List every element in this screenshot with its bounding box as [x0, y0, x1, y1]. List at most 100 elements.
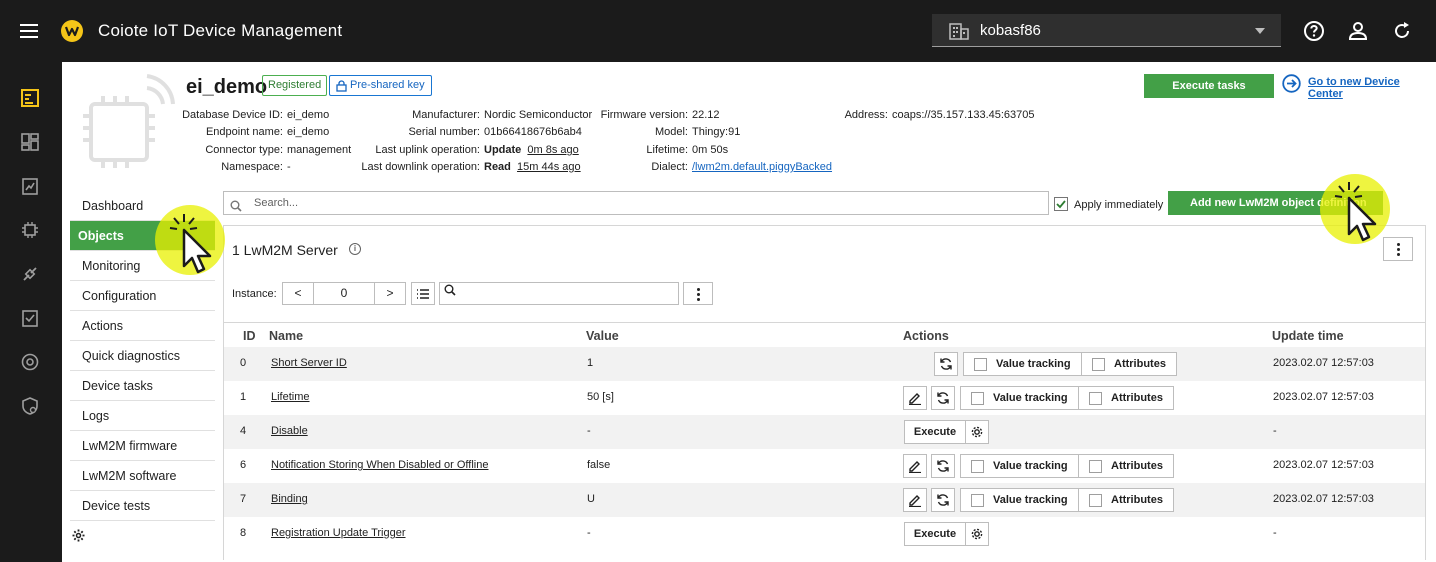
resource-value: - [587, 527, 591, 539]
resource-name-link[interactable]: Notification Storing When Disabled or Of… [271, 459, 488, 471]
sync-icon [940, 358, 952, 370]
attributes-toggle[interactable]: Attributes [1078, 386, 1174, 410]
resource-name-link[interactable]: Binding [271, 493, 308, 505]
nav-item-logs[interactable]: Logs [70, 401, 215, 431]
user-icon[interactable] [1347, 20, 1369, 42]
tenant-selector[interactable]: kobasf86 [932, 14, 1281, 47]
execute-settings-button[interactable] [965, 420, 989, 444]
manufacturer-label: Manufacturer: [412, 109, 480, 121]
nav-item-device-tasks[interactable]: Device tasks [70, 371, 215, 401]
write-button[interactable] [903, 386, 927, 410]
read-button[interactable] [934, 352, 958, 376]
endpoint-value: ei_demo [287, 126, 330, 138]
address-value: coaps://35.157.133.45:63705 [892, 109, 1035, 121]
apply-immediately-checkbox[interactable] [1054, 197, 1068, 211]
resource-update-time: - [1273, 425, 1277, 437]
checkbox [974, 358, 987, 371]
attributes-label: Attributes [1111, 494, 1163, 506]
security-icon[interactable] [20, 396, 40, 416]
read-button[interactable] [931, 454, 955, 478]
table-row: 7 Binding U 2023.02.07 12:57:03 Value tracki… [224, 483, 1425, 517]
chip-icon[interactable] [20, 220, 40, 240]
col-update-time: Update time [1272, 329, 1344, 343]
uplink-label: Last uplink operation: [375, 144, 480, 156]
top-bar: Coiote IoT Device Management kobasf86 [0, 0, 1436, 62]
checkbox [971, 460, 984, 473]
search-input[interactable] [254, 194, 1034, 212]
resource-update-time: 2023.02.07 12:57:03 [1273, 391, 1374, 403]
address-label: Address: [844, 109, 888, 121]
attributes-toggle[interactable]: Attributes [1078, 454, 1174, 478]
chevron-down-icon [1255, 28, 1265, 34]
checkbox [1089, 494, 1102, 507]
execute-settings-button[interactable] [965, 522, 989, 546]
instance-menu-button[interactable] [683, 282, 713, 305]
checkmark-icon [1056, 200, 1066, 209]
security-badge-label: Pre-shared key [350, 79, 425, 91]
instance-prev-button[interactable]: < [282, 282, 314, 305]
instance-list-button[interactable] [411, 282, 435, 305]
dialect-link[interactable]: /lwm2m.default.piggyBacked [692, 161, 832, 173]
dashboard-icon[interactable] [20, 132, 40, 152]
read-button[interactable] [931, 386, 955, 410]
instance-search[interactable] [439, 282, 679, 305]
attributes-label: Attributes [1111, 460, 1163, 472]
namespace-label: Namespace: [221, 161, 283, 173]
downlink-time[interactable]: 15m 44s ago [517, 161, 581, 173]
instance-next-button[interactable]: > [374, 282, 406, 305]
instance-value[interactable]: 0 [313, 282, 375, 305]
read-button[interactable] [931, 488, 955, 512]
refresh-icon[interactable] [1391, 20, 1413, 42]
resource-id: 6 [240, 459, 247, 471]
value-tracking-label: Value tracking [996, 358, 1071, 370]
edit-icon [909, 393, 921, 405]
help-icon[interactable] [1303, 20, 1325, 42]
uplink-time[interactable]: 0m 8s ago [527, 144, 578, 156]
resource-name-link[interactable]: Disable [271, 425, 308, 437]
execute-tasks-button[interactable]: Execute tasks [1144, 74, 1274, 98]
devices-list-icon[interactable] [20, 88, 40, 108]
tasks-icon[interactable] [20, 308, 40, 328]
info-icon[interactable]: i [349, 243, 361, 255]
gear-icon [971, 528, 983, 540]
attributes-toggle[interactable]: Attributes [1081, 352, 1177, 376]
write-button[interactable] [903, 454, 927, 478]
table-row: 6 Notification Storing When Disabled or O… [224, 449, 1425, 483]
col-value: Value [586, 329, 619, 343]
resource-name-link[interactable]: Short Server ID [271, 357, 347, 369]
uplink-op: Update [484, 144, 522, 156]
integration-icon[interactable] [20, 264, 40, 284]
object-search[interactable] [223, 191, 1049, 215]
settings-gear-icon[interactable] [72, 529, 85, 542]
write-button[interactable] [903, 488, 927, 512]
reports-icon[interactable] [20, 176, 40, 196]
edit-icon [909, 461, 921, 473]
nav-item-lwm2m-firmware[interactable]: LwM2M firmware [70, 431, 215, 461]
attributes-toggle[interactable]: Attributes [1078, 488, 1174, 512]
resource-id: 7 [240, 493, 247, 505]
search-icon [444, 284, 456, 296]
menu-icon[interactable] [20, 24, 38, 38]
namespace-value: - [287, 161, 291, 173]
value-tracking-toggle[interactable]: Value tracking [963, 352, 1082, 376]
lifetime-value: 0m 50s [692, 144, 729, 156]
nav-item-lwm2m-software[interactable]: LwM2M software [70, 461, 215, 491]
resource-update-time: 2023.02.07 12:57:03 [1273, 357, 1374, 369]
nav-item-quick-diagnostics[interactable]: Quick diagnostics [70, 341, 215, 371]
resource-name-link[interactable]: Lifetime [271, 391, 310, 403]
serial-value: 01b66418676b6ab4 [484, 126, 582, 138]
value-tracking-toggle[interactable]: Value tracking [960, 386, 1079, 410]
nav-item-actions[interactable]: Actions [70, 311, 215, 341]
go-new-label: Go to new Device Center [1308, 76, 1400, 100]
value-tracking-toggle[interactable]: Value tracking [960, 454, 1079, 478]
execute-button[interactable]: Execute [904, 522, 966, 546]
resource-update-time: - [1273, 527, 1277, 539]
nav-item-device-tests[interactable]: Device tests [70, 491, 215, 521]
nav-item-configuration[interactable]: Configuration [70, 281, 215, 311]
monitoring-icon[interactable] [20, 352, 40, 372]
go-new-device-center-link[interactable]: Go to new Device Center [1282, 74, 1436, 100]
value-tracking-toggle[interactable]: Value tracking [960, 488, 1079, 512]
resource-name-link[interactable]: Registration Update Trigger [271, 527, 406, 539]
execute-button[interactable]: Execute [904, 420, 966, 444]
db-id-label: Database Device ID: [182, 109, 283, 121]
